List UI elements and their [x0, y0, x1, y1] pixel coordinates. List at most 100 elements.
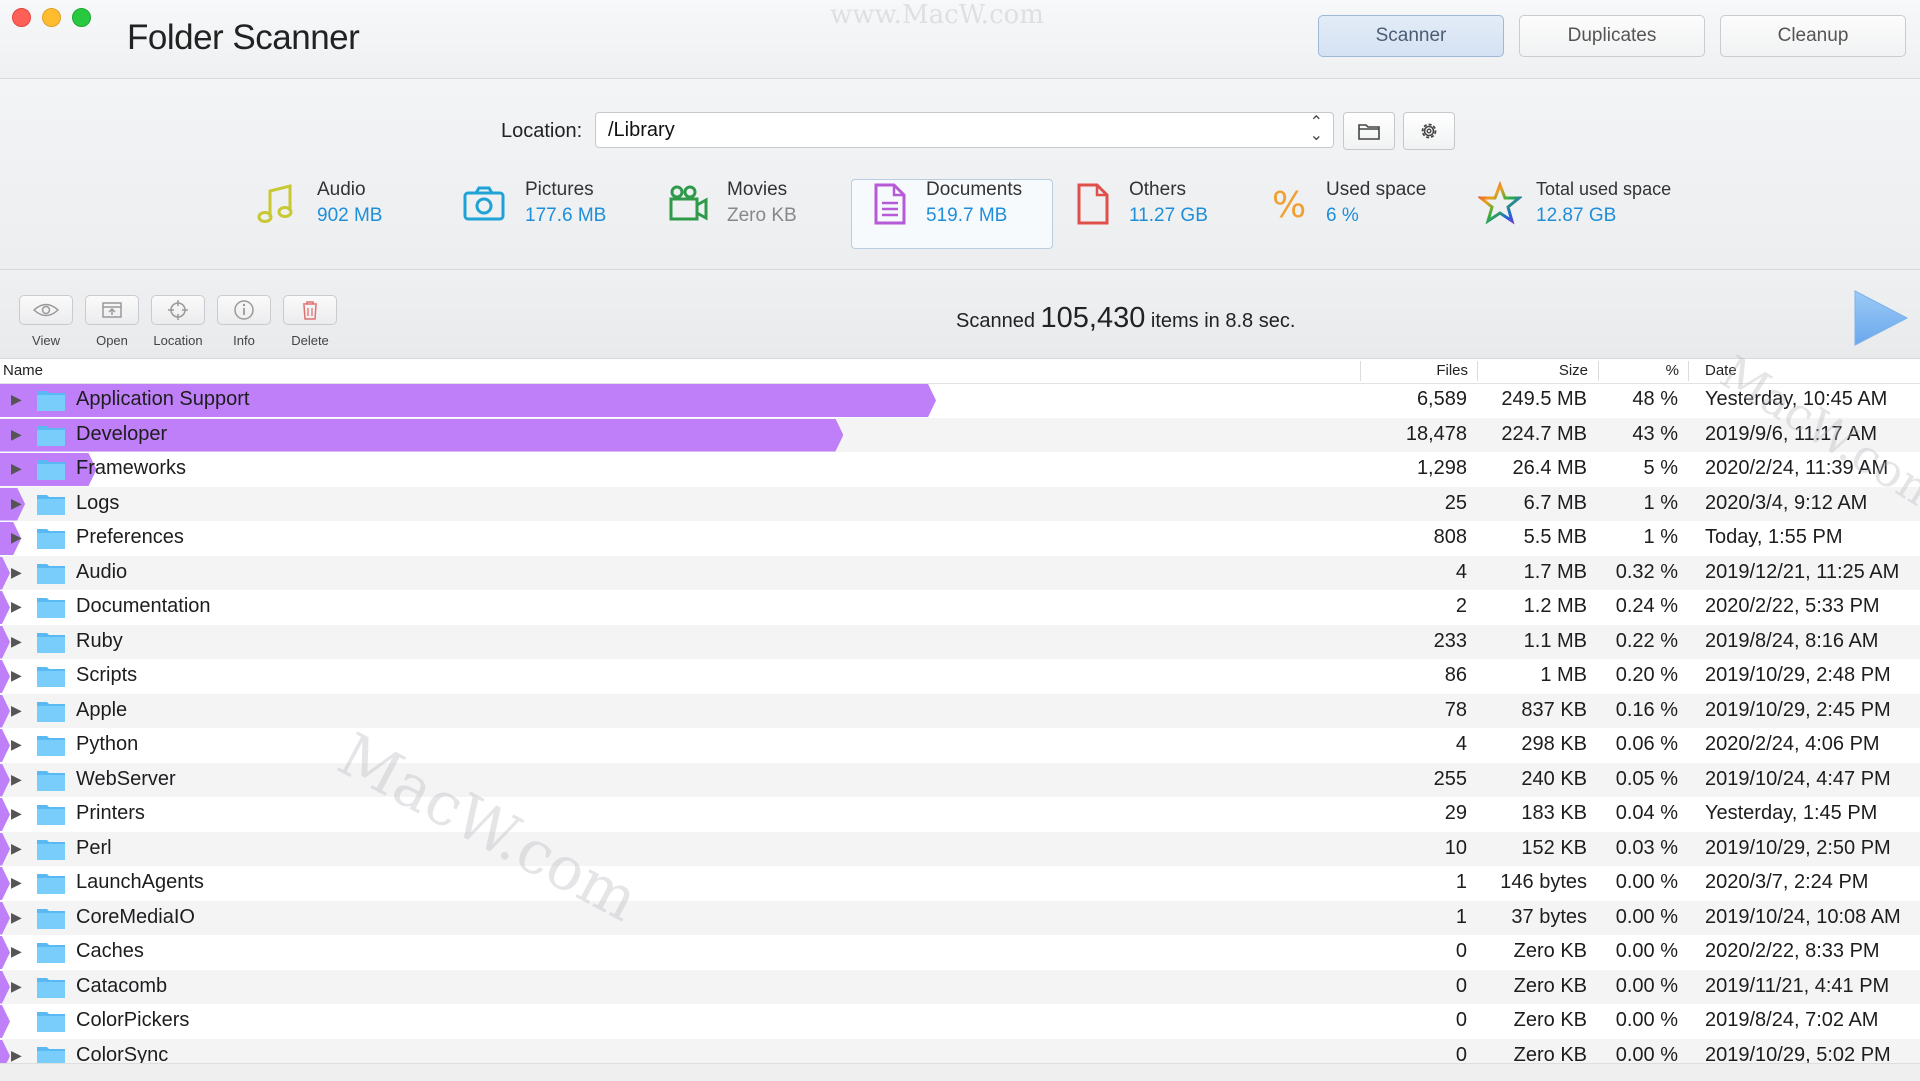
zoom-window-button[interactable] [72, 8, 91, 27]
cleanup-mode-button[interactable]: Cleanup [1720, 15, 1906, 57]
stat-value: 519.7 MB [926, 205, 1008, 226]
delete-button[interactable] [283, 295, 337, 325]
table-row[interactable]: ▶ Apple 78 837 KB 0.16 % 2019/10/29, 2:45 PM [0, 693, 1920, 728]
folder-icon [37, 425, 65, 446]
disclosure-triangle-icon[interactable]: ▶ [11, 874, 22, 891]
disclosure-triangle-icon[interactable]: ▶ [11, 978, 22, 995]
folder-size: Zero KB [1513, 1043, 1587, 1064]
modified-date: 2019/12/21, 11:25 AM [1705, 560, 1900, 583]
settings-button[interactable] [1403, 112, 1455, 150]
column-header-date[interactable]: Date [1705, 362, 1737, 379]
close-window-button[interactable] [12, 8, 31, 27]
info-button[interactable] [217, 295, 271, 325]
duplicates-mode-button[interactable]: Duplicates [1519, 15, 1705, 57]
disclosure-triangle-icon[interactable]: ▶ [11, 702, 22, 719]
column-header-percent[interactable]: % [1666, 362, 1679, 379]
stat-label: Pictures [525, 179, 594, 200]
column-divider[interactable] [1360, 361, 1361, 381]
stat-label: Audio [317, 179, 366, 200]
column-divider[interactable] [1477, 361, 1478, 381]
column-header-files[interactable]: Files [1436, 362, 1468, 379]
table-row[interactable]: ▶ Audio 4 1.7 MB 0.32 % 2019/12/21, 11:25 AM [0, 555, 1920, 590]
choose-folder-button[interactable] [1343, 112, 1395, 150]
table-row[interactable]: ▶ ColorSync 0 Zero KB 0.00 % 2019/10/29, 5:02… [0, 1038, 1920, 1064]
table-row[interactable]: ▶ Frameworks 1,298 26.4 MB 5 % 2020/2/24, 11:… [0, 452, 1920, 487]
column-header-name[interactable]: Name [3, 362, 43, 379]
folder-size: 6.7 MB [1523, 491, 1587, 514]
minimize-window-button[interactable] [42, 8, 61, 27]
size-percent: 0.00 % [1615, 974, 1678, 997]
folder-icon [37, 529, 65, 549]
column-header-size[interactable]: Size [1559, 362, 1588, 379]
table-row[interactable]: ▶ Logs 25 6.7 MB 1 % 2020/3/4, 9:12 AM [0, 486, 1920, 521]
column-divider[interactable] [1688, 361, 1689, 381]
file-count: 6,589 [1416, 388, 1467, 410]
disclosure-triangle-icon[interactable]: ▶ [11, 771, 22, 788]
table-row[interactable]: ▶ Application Support 6,589 249.5 MB 48 % Yes… [0, 383, 1920, 418]
delete-tool[interactable]: Delete [280, 295, 340, 348]
scanner-mode-button[interactable]: Scanner [1318, 15, 1504, 57]
folder-size: 224.7 MB [1501, 422, 1587, 445]
folder-icon [37, 943, 65, 963]
file-count: 0 [1455, 940, 1467, 962]
stat-value: 12.87 GB [1536, 205, 1617, 226]
folder-size: 240 KB [1521, 767, 1587, 790]
table-row[interactable]: ▶ Caches 0 Zero KB 0.00 % 2020/2/22, 8:33 PM [0, 935, 1920, 970]
stat-value: 902 MB [317, 205, 383, 226]
table-row[interactable]: ▶ Perl 10 152 KB 0.03 % 2019/10/29, 2:50 PM [0, 831, 1920, 866]
disclosure-triangle-icon[interactable]: ▶ [11, 909, 22, 926]
folder-table[interactable]: ▶ Application Support 6,589 249.5 MB 48 % Yes… [0, 383, 1920, 1063]
disclosure-triangle-icon[interactable]: ▶ [11, 391, 22, 408]
table-row[interactable]: ▶ Ruby 233 1.1 MB 0.22 % 2019/8/24, 8:16 AM [0, 624, 1920, 659]
column-divider[interactable] [1598, 361, 1599, 381]
info-tool[interactable]: Info [214, 295, 274, 348]
table-row[interactable]: ▶ Developer 18,478 224.7 MB 43 % 2019/9/6, 11… [0, 417, 1920, 452]
table-row[interactable]: ▶ Preferences 808 5.5 MB 1 % Today, 1:55 PM [0, 521, 1920, 556]
music-note-icon [257, 184, 293, 223]
view-button[interactable] [19, 295, 73, 325]
view-tool[interactable]: View [16, 295, 76, 348]
disclosure-triangle-icon[interactable]: ▶ [11, 598, 22, 615]
disclosure-triangle-icon[interactable]: ▶ [11, 667, 22, 684]
table-header: Name Files Size % Date [0, 359, 1920, 384]
table-row[interactable]: ▶ Scripts 86 1 MB 0.20 % 2019/10/29, 2:48 PM [0, 659, 1920, 694]
folder-name: CoreMediaIO [76, 905, 195, 928]
modified-date: 2020/2/22, 5:33 PM [1705, 595, 1880, 617]
horizontal-scrollbar[interactable] [0, 1063, 1920, 1081]
disclosure-triangle-icon[interactable]: ▶ [11, 943, 22, 960]
folder-name: Developer [76, 422, 168, 445]
disclosure-triangle-icon[interactable]: ▶ [11, 564, 22, 581]
disclosure-triangle-icon[interactable]: ▶ [11, 736, 22, 753]
table-row[interactable]: ▶ CoreMediaIO 1 37 bytes 0.00 % 2019/10/24, 1… [0, 900, 1920, 935]
file-count: 4 [1455, 560, 1467, 583]
disclosure-triangle-icon[interactable]: ▶ [11, 805, 22, 822]
disclosure-triangle-icon[interactable]: ▶ [11, 426, 22, 443]
table-row[interactable]: ▶ LaunchAgents 1 146 bytes 0.00 % 2020/3/7, 2… [0, 866, 1920, 901]
stat-value: 11.27 GB [1129, 205, 1208, 226]
disclosure-triangle-icon[interactable]: ▶ [11, 1047, 22, 1064]
location-button[interactable] [151, 295, 205, 325]
folder-icon [37, 874, 65, 894]
table-row[interactable]: ▶ Documentation 2 1.2 MB 0.24 % 2020/2/22, 5:… [0, 590, 1920, 625]
table-row[interactable]: ▶ WebServer 255 240 KB 0.05 % 2019/10/24, 4:4… [0, 762, 1920, 797]
open-tool[interactable]: Open [82, 295, 142, 348]
disclosure-triangle-icon[interactable]: ▶ [11, 460, 22, 477]
folder-name: Logs [76, 491, 120, 514]
location-select[interactable]: /Library ⌃ ⌄ [595, 112, 1334, 148]
folder-size: 1.2 MB [1523, 595, 1587, 617]
table-row[interactable]: ColorPickers 0 Zero KB 0.00 % 2019/8/24, 7:0… [0, 1004, 1920, 1039]
location-tool[interactable]: Location [148, 295, 208, 348]
disclosure-triangle-icon[interactable]: ▶ [11, 529, 22, 546]
table-row[interactable]: ▶ Catacomb 0 Zero KB 0.00 % 2019/11/21, 4:41 … [0, 969, 1920, 1004]
folder-size: 1.7 MB [1523, 560, 1587, 583]
folder-size: Zero KB [1513, 940, 1587, 962]
disclosure-triangle-icon[interactable]: ▶ [11, 840, 22, 857]
open-button[interactable] [85, 295, 139, 325]
disclosure-triangle-icon[interactable]: ▶ [11, 633, 22, 650]
table-row[interactable]: ▶ Printers 29 183 KB 0.04 % Yesterday, 1:45 P… [0, 797, 1920, 832]
start-scan-play-icon[interactable] [1852, 288, 1910, 348]
disclosure-triangle-icon[interactable]: ▶ [11, 495, 22, 512]
table-row[interactable]: ▶ Python 4 298 KB 0.06 % 2020/2/24, 4:06 PM [0, 728, 1920, 763]
size-share-bar [0, 1005, 10, 1038]
app-window: Folder Scanner Scanner Duplicates Cleanu… [0, 0, 1920, 1081]
